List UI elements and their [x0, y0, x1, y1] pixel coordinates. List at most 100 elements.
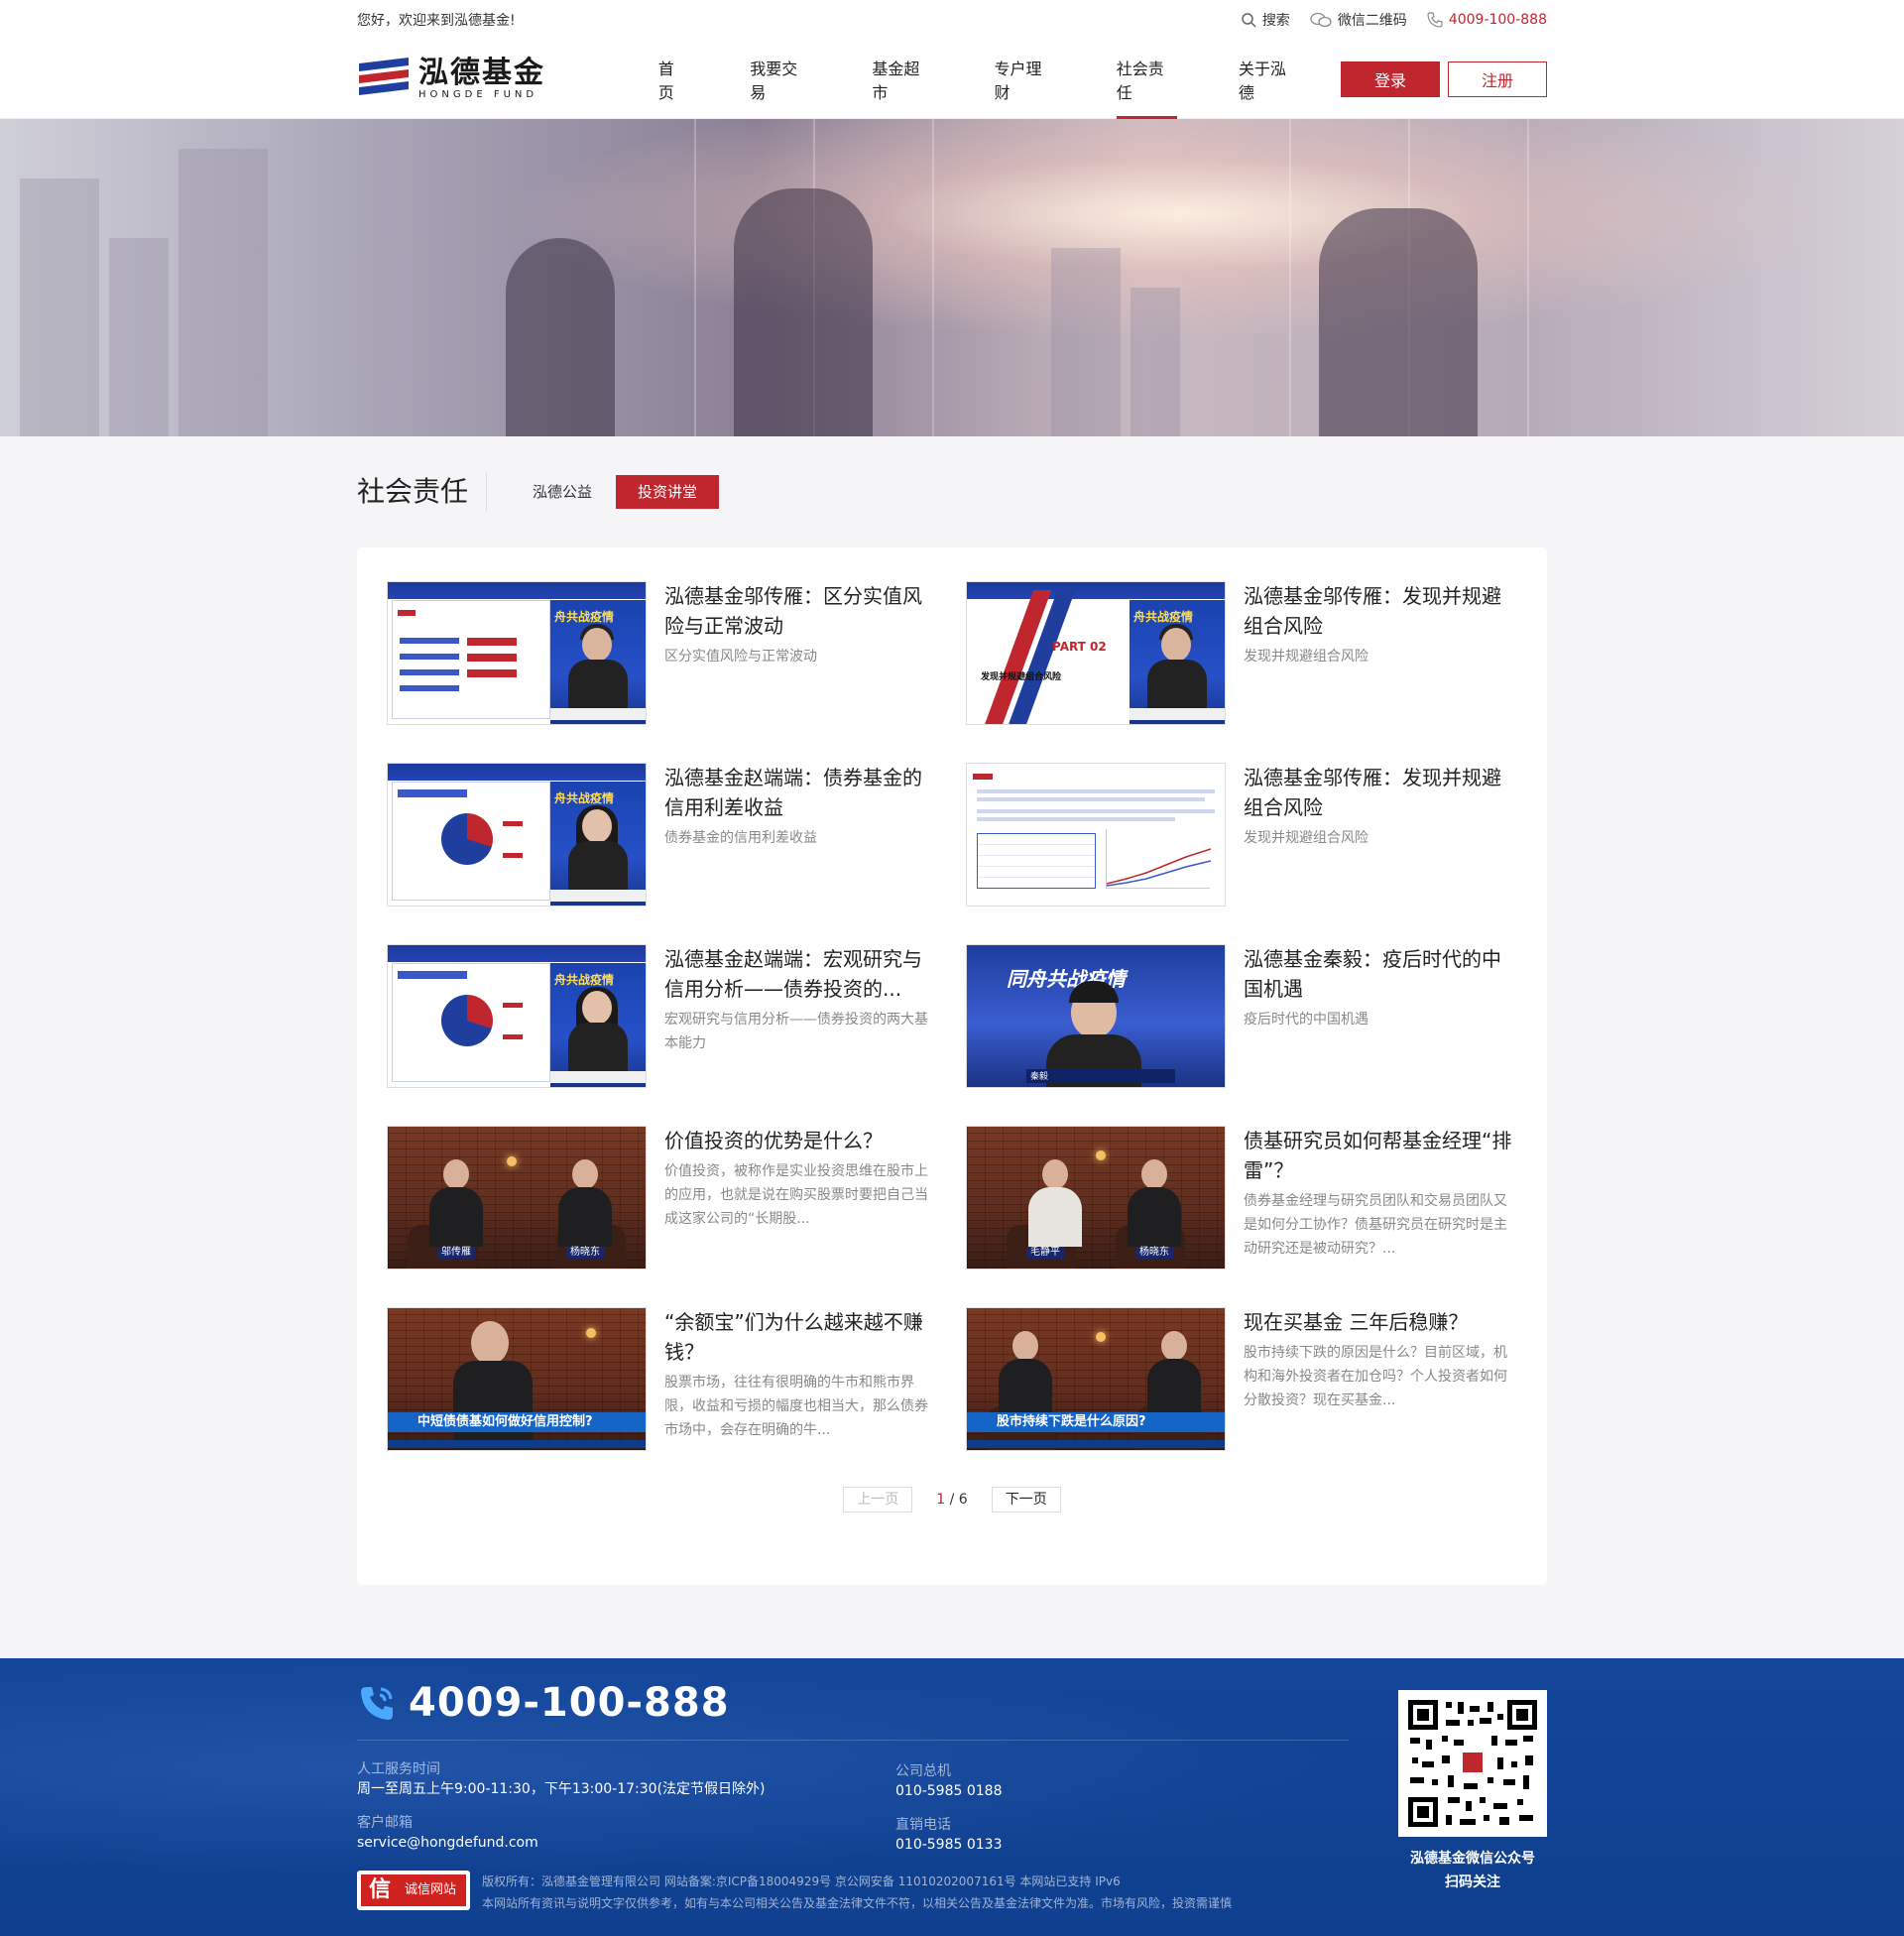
logo-english: HONGDE FUND: [418, 89, 538, 100]
video-thumbnail[interactable]: 邬传雁 杨晓东: [387, 1126, 647, 1270]
item-desc: 发现并规避组合风险: [1244, 830, 1368, 846]
direct-sales-phone: 直销电话 010-5985 0133: [895, 1815, 1002, 1855]
header: 泓德基金 HONGDE FUND 首页 我要交易 基金超市 专户理财 社会责任 …: [0, 40, 1904, 119]
item-title[interactable]: 债基研究员如何帮基金经理“排雷”？: [1244, 1126, 1513, 1185]
qr-caption-account: 泓德基金微信公众号: [1410, 1851, 1535, 1867]
direct-label: 直销电话: [895, 1817, 951, 1833]
thumb-part-label: PART 02: [1052, 640, 1107, 654]
top-bar: 您好，欢迎来到泓德基金! 搜索 微信二维码 4009-100-888: [0, 0, 1904, 40]
prev-page-button[interactable]: 上一页: [843, 1487, 913, 1512]
wechat-icon: [1310, 12, 1332, 28]
hq-value: 010-5985 0188: [895, 1783, 1003, 1799]
logo-chinese: 泓德基金: [418, 56, 545, 90]
hq-label: 公司总机: [895, 1763, 951, 1779]
item-desc: 股票市场，往往有很明确的牛市和熊市界限，收益和亏损的幅度也相当大，那么债券市场中…: [664, 1375, 928, 1438]
video-thumbnail[interactable]: 舟共战疫情: [387, 763, 647, 907]
list-item[interactable]: 同舟共战疫情 秦毅 泓德基金秦毅：疫后时代的中国机遇 疫后时代的中国机遇: [966, 944, 1517, 1088]
service-hours-value: 周一至周五上午9:00-11:30，下午13:00-17:30(法定节假日除外): [357, 1781, 766, 1797]
wechat-qr-label: 微信二维码: [1337, 13, 1407, 29]
logo[interactable]: 泓德基金 HONGDE FUND: [357, 58, 639, 101]
hero-banner: [0, 119, 1904, 436]
hotline[interactable]: 4009-100-888: [1427, 12, 1547, 28]
next-page-button[interactable]: 下一页: [991, 1487, 1061, 1512]
footer-divider: [357, 1740, 1349, 1741]
video-thumbnail[interactable]: 舟共战疫情: [387, 581, 647, 725]
list-item[interactable]: 毛静平 杨晓东 债基研究员如何帮基金经理“排雷”？ 债券基金经理与研究员团队和交…: [966, 1126, 1517, 1270]
item-desc: 发现并规避组合风险: [1244, 649, 1368, 665]
video-thumbnail[interactable]: 中短债债基如何做好信用控制?: [387, 1307, 647, 1451]
thumb-speaker-name: 杨晓东: [1135, 1247, 1173, 1259]
email-value[interactable]: service@hongdefund.com: [357, 1833, 538, 1853]
copyright-text: 版权所有：泓德基金管理有限公司 网站备案:京ICP备18004929号 京公网安…: [482, 1875, 1121, 1888]
item-title[interactable]: “余额宝”们为什么越来越不赚钱？: [664, 1307, 934, 1367]
nav-private-account[interactable]: 专户理财: [975, 40, 1075, 119]
video-thumbnail[interactable]: 同舟共战疫情 秦毅: [966, 944, 1226, 1088]
trust-site-badge[interactable]: 信 诚信网站: [357, 1871, 470, 1910]
list-item[interactable]: 舟共战疫情 泓德基金邬传雁：区分实值风险与正常波动 区分实值风险与正常波动: [387, 581, 938, 725]
item-title[interactable]: 泓德基金邬传雁：区分实值风险与正常波动: [664, 581, 934, 641]
video-thumbnail[interactable]: PART 02 发现并规避组合风险 舟共战疫情: [966, 581, 1226, 725]
main-nav: 首页 我要交易 基金超市 专户理财 社会责任 关于泓德: [639, 40, 1341, 119]
item-title[interactable]: 泓德基金秦毅：疫后时代的中国机遇: [1244, 944, 1513, 1004]
list-item[interactable]: PART 02 发现并规避组合风险 舟共战疫情 泓德基金邬传雁：发现并规避组合风…: [966, 581, 1517, 725]
nav-trade[interactable]: 我要交易: [730, 40, 830, 119]
item-desc: 股市持续下跌的原因是什么？目前区域，机构和海外投资者在加仓吗？个人投资者如何分散…: [1244, 1345, 1507, 1408]
wechat-qr-link[interactable]: 微信二维码: [1310, 10, 1407, 30]
lecture-list-card: 舟共战疫情 泓德基金邬传雁：区分实值风险与正常波动 区分实值风险与正常波动 PA…: [357, 547, 1547, 1585]
nav-social-responsibility[interactable]: 社会责任: [1097, 40, 1197, 119]
list-item[interactable]: 邬传雁 杨晓东 价值投资的优势是什么？ 价值投资，被称作是实业投资思维在股市上的…: [387, 1126, 938, 1270]
video-thumbnail[interactable]: 舟共战疫情: [387, 944, 647, 1088]
video-thumbnail[interactable]: [966, 763, 1226, 907]
thumb-caption: 中短债债基如何做好信用控制?: [388, 1412, 646, 1432]
video-thumbnail[interactable]: 股市持续下跌是什么原因?: [966, 1307, 1226, 1451]
wechat-qr-block: 泓德基金微信公众号 扫码关注: [1398, 1690, 1547, 1894]
item-title[interactable]: 现在买基金 三年后稳赚？: [1244, 1307, 1513, 1337]
search-link[interactable]: 搜索: [1241, 10, 1290, 30]
list-item[interactable]: 泓德基金邬传雁：发现并规避组合风险 发现并规避组合风险: [966, 763, 1517, 907]
thumb-speaker-name: 毛静平: [1026, 1247, 1064, 1259]
search-label: 搜索: [1261, 13, 1290, 29]
list-item[interactable]: 舟共战疫情 泓德基金赵端端：宏观研究与信用分析——债券投资的... 宏观研究与信…: [387, 944, 938, 1088]
tab-charity[interactable]: 泓德公益: [511, 475, 614, 509]
customer-email: 客户邮箱 service@hongdefund.com: [357, 1813, 538, 1853]
pagination: 上一页 1 / 6 下一页: [387, 1487, 1517, 1512]
list-item[interactable]: 中短债债基如何做好信用控制? “余额宝”们为什么越来越不赚钱？ 股票市场，往往有…: [387, 1307, 938, 1451]
hotline-number: 4009-100-888: [1448, 12, 1547, 28]
logo-mark-icon: [359, 58, 409, 95]
disclaimer-text: 本网站所有资讯与说明文字仅供参考，如有与本公司相关公告及基金法律文件不符，以相关…: [482, 1896, 1233, 1910]
register-button[interactable]: 注册: [1448, 61, 1547, 97]
item-title[interactable]: 泓德基金赵端端：宏观研究与信用分析——债券投资的...: [664, 944, 934, 1004]
service-hours-label: 人工服务时间: [357, 1761, 440, 1777]
thumb-speaker-name: 秦毅: [1026, 1069, 1175, 1083]
tab-investment-lecture[interactable]: 投资讲堂: [616, 475, 720, 509]
item-desc: 债券基金经理与研究员团队和交易员团队又是如何分工协作？债基研究员在研究时是主动研…: [1244, 1193, 1507, 1257]
nav-about[interactable]: 关于泓德: [1219, 40, 1319, 119]
nav-fund-market[interactable]: 基金超市: [852, 40, 952, 119]
login-button[interactable]: 登录: [1341, 61, 1440, 97]
footer-hotline: 4009-100-888: [357, 1680, 730, 1726]
qr-caption-scan: 扫码关注: [1445, 1875, 1500, 1890]
item-title[interactable]: 泓德基金邬传雁：发现并规避组合风险: [1244, 763, 1513, 822]
list-item[interactable]: 股市持续下跌是什么原因? 现在买基金 三年后稳赚？ 股市持续下跌的原因是什么？目…: [966, 1307, 1517, 1451]
footer-legal: 信 诚信网站 版权所有：泓德基金管理有限公司 网站备案:京ICP备1800492…: [357, 1871, 1232, 1914]
nav-home[interactable]: 首页: [639, 40, 709, 119]
current-page: 1: [936, 1492, 946, 1508]
page-indicator: 1 / 6: [936, 1492, 967, 1508]
list-item[interactable]: 舟共战疫情 泓德基金赵端端：债券基金的信用利差收益 债券基金的信用利差收益: [387, 763, 938, 907]
wechat-qr-code: [1398, 1690, 1547, 1837]
item-desc: 疫后时代的中国机遇: [1244, 1012, 1368, 1028]
item-title[interactable]: 价值投资的优势是什么？: [664, 1126, 934, 1155]
hq-phone: 公司总机 010-5985 0188: [895, 1761, 1002, 1801]
thumb-speaker-name: 邬传雁: [437, 1247, 475, 1259]
item-desc: 债券基金的信用利差收益: [664, 830, 817, 846]
search-icon: [1242, 13, 1256, 28]
video-thumbnail[interactable]: 毛静平 杨晓东: [966, 1126, 1226, 1270]
item-desc: 宏观研究与信用分析——债券投资的两大基本能力: [664, 1012, 928, 1051]
service-hours: 人工服务时间 周一至周五上午9:00-11:30，下午13:00-17:30(法…: [357, 1759, 766, 1799]
direct-value: 010-5985 0133: [895, 1837, 1003, 1853]
item-title[interactable]: 泓德基金赵端端：债券基金的信用利差收益: [664, 763, 934, 822]
item-desc: 区分实值风险与正常波动: [664, 649, 817, 665]
welcome-text: 您好，欢迎来到泓德基金!: [357, 13, 516, 29]
item-title[interactable]: 泓德基金邬传雁：发现并规避组合风险: [1244, 581, 1513, 641]
trust-badge-label: 诚信网站: [399, 1875, 466, 1906]
